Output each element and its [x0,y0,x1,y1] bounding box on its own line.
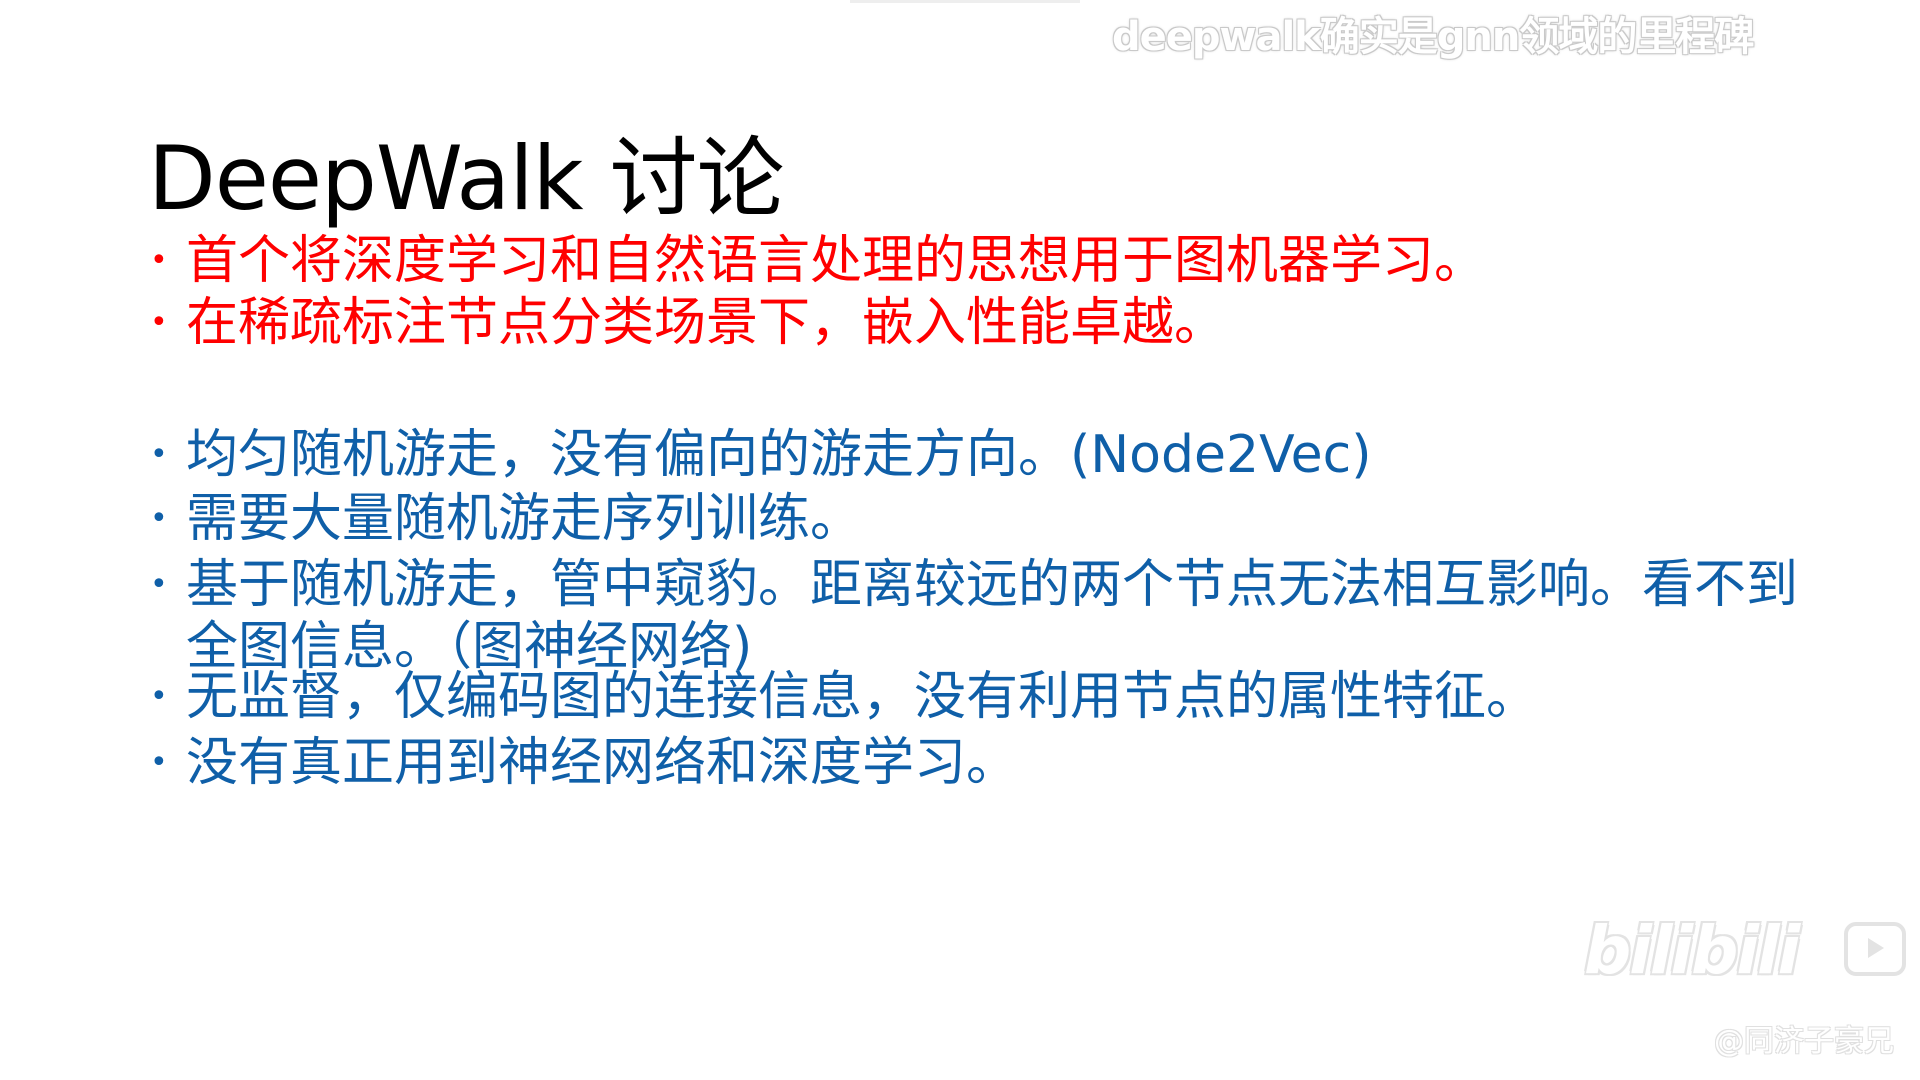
top-divider [850,0,1080,3]
tv-play-icon [1844,922,1906,976]
slide: deepwalk确实是gnn领域的里程碑 DeepWalk 讨论 • 首个将深度… [0,0,1920,1080]
bilibili-logo: bilibili [1584,912,1800,989]
bullet-text: 均匀随机游走，没有偏向的游走方向。(Node2Vec) [186,425,1372,485]
bilibili-watermark: bilibili @同济子豪兄 [1584,912,1906,1062]
uploader-name: @同济子豪兄 [1714,1024,1894,1059]
bullet-icon: • [150,745,168,780]
list-item: • 首个将深度学习和自然语言处理的思想用于图机器学习。 [150,230,1826,292]
bullet-icon: • [150,567,168,602]
list-item: • 无监督，仅编码图的连接信息，没有利用节点的属性特征。 [150,666,1826,728]
danmaku-comment: deepwalk确实是gnn领域的里程碑 [1112,14,1754,60]
list-item: • 需要大量随机游走序列训练。 [150,488,1826,550]
bullet-text: 基于随机游走，管中窥豹。距离较远的两个节点无法相互影响。看不到全图信息。（图神经… [186,555,1799,677]
bullet-text: 首个将深度学习和自然语言处理的思想用于图机器学习。 [186,231,1487,291]
bullet-text: 在稀疏标注节点分类场景下，嵌入性能卓越。 [186,293,1227,353]
bullet-icon: • [150,305,168,340]
list-item: • 在稀疏标注节点分类场景下，嵌入性能卓越。 [150,292,1826,354]
list-item: • 基于随机游走，管中窥豹。距离较远的两个节点无法相互影响。看不到全图信息。（图… [150,554,1826,678]
bullet-icon: • [150,501,168,536]
slide-title: DeepWalk 讨论 [148,127,785,230]
list-item: • 没有真正用到神经网络和深度学习。 [150,732,1826,794]
bullet-text: 无监督，仅编码图的连接信息，没有利用节点的属性特征。 [186,667,1539,727]
bullet-icon: • [150,243,168,278]
bullet-icon: • [150,679,168,714]
bullet-icon: • [150,437,168,472]
list-item: • 均匀随机游走，没有偏向的游走方向。(Node2Vec) [150,424,1826,486]
bullet-text: 没有真正用到神经网络和深度学习。 [186,733,1019,793]
bullet-text: 需要大量随机游走序列训练。 [186,489,863,549]
